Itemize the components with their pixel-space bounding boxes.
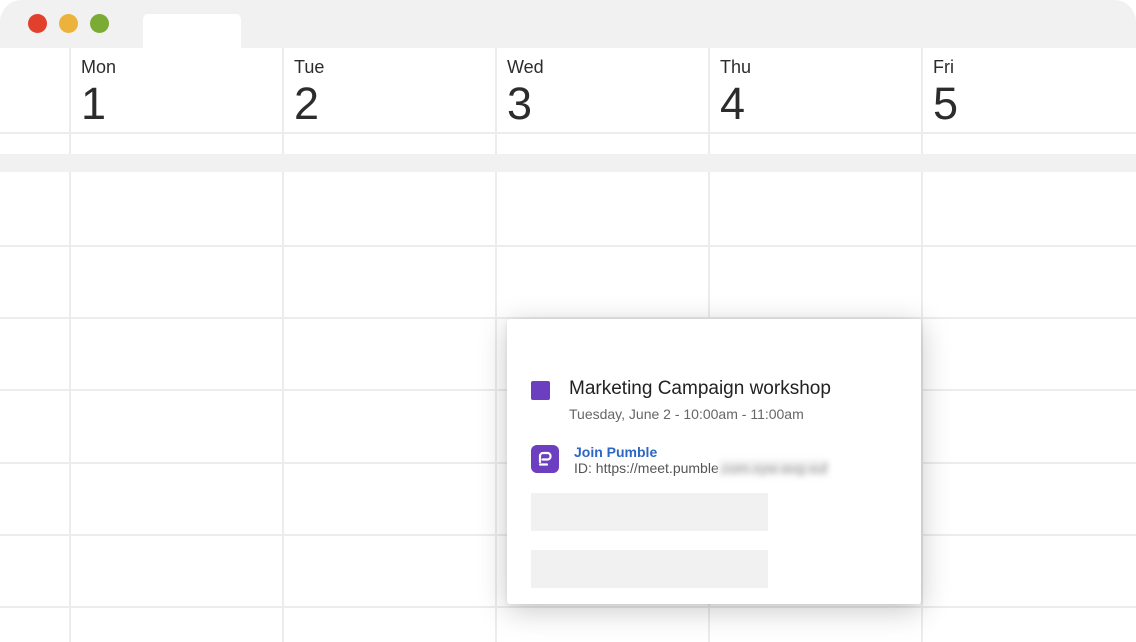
day-number: 5 (933, 78, 959, 129)
day-header-wed[interactable]: Wed 3 (507, 56, 544, 128)
hour-line (0, 606, 1136, 608)
event-color-indicator (531, 381, 550, 400)
event-title: Marketing Campaign workshop (569, 378, 831, 399)
meeting-id: ID: https://meet.pumble.com.xyw-avg-xuf (574, 460, 828, 476)
column-divider (282, 48, 284, 642)
all-day-row[interactable] (0, 154, 1136, 172)
meeting-id-label: ID: https://meet.pumble (574, 460, 719, 476)
browser-tab[interactable] (143, 14, 241, 48)
day-header-tue[interactable]: Tue 2 (294, 56, 324, 128)
day-name: Wed (507, 57, 544, 77)
browser-window: Mon 1 Tue 2 Wed 3 Thu 4 Fri 5 Marketing … (0, 0, 1136, 642)
day-header-mon[interactable]: Mon 1 (81, 56, 116, 128)
header-divider (0, 132, 1136, 134)
day-number: 2 (294, 78, 320, 129)
title-bar (0, 0, 1136, 48)
event-time: Tuesday, June 2 - 10:00am - 11:00am (569, 406, 804, 422)
pumble-icon[interactable] (531, 445, 559, 473)
event-details-popup: Marketing Campaign workshop Tuesday, Jun… (507, 319, 921, 604)
day-number: 4 (720, 78, 746, 129)
meeting-id-redacted: .com.xyw-avg-xuf (718, 460, 828, 476)
day-header-fri[interactable]: Fri 5 (933, 56, 958, 128)
close-window-button[interactable] (28, 14, 47, 33)
join-pumble-link[interactable]: Join Pumble (574, 444, 657, 460)
hour-line (0, 245, 1136, 247)
placeholder-bar (531, 493, 768, 531)
column-divider (69, 48, 71, 642)
day-header-thu[interactable]: Thu 4 (720, 56, 751, 128)
placeholder-bar (531, 550, 768, 588)
day-name: Tue (294, 57, 325, 77)
day-name: Mon (81, 57, 117, 77)
minimize-window-button[interactable] (59, 14, 78, 33)
day-number: 3 (507, 78, 533, 129)
column-divider (921, 48, 923, 642)
day-name: Fri (933, 57, 954, 77)
column-divider (495, 48, 497, 642)
day-name: Thu (720, 57, 752, 77)
maximize-window-button[interactable] (90, 14, 109, 33)
day-number: 1 (81, 78, 107, 129)
